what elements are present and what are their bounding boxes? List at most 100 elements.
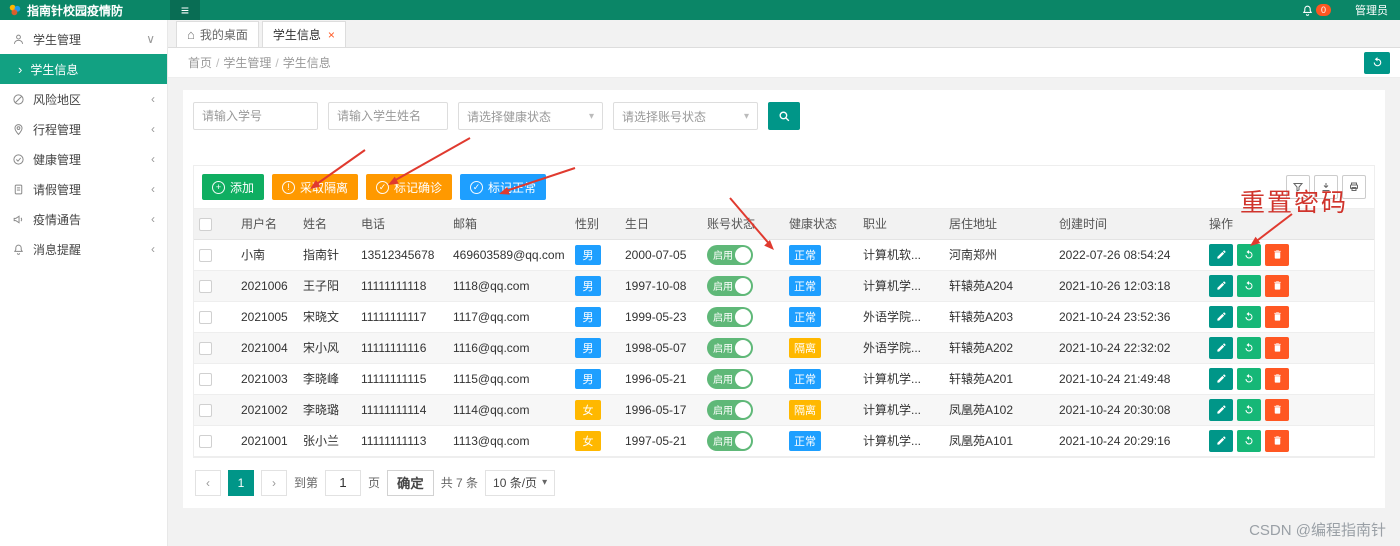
home-icon: ⌂ <box>187 27 195 42</box>
edit-button[interactable] <box>1209 429 1233 452</box>
select-all-checkbox[interactable] <box>199 217 212 231</box>
student-id-input[interactable] <box>193 102 318 130</box>
reset-password-button[interactable] <box>1237 243 1261 266</box>
edit-button[interactable] <box>1209 274 1233 297</box>
sidebar-item-epidemic-notice[interactable]: 疫情通告 ‹ <box>0 204 167 234</box>
reset-password-icon <box>1245 249 1253 258</box>
delete-icon <box>1273 374 1281 383</box>
sidebar-item-message-reminder[interactable]: 消息提醒 ‹ <box>0 234 167 264</box>
refresh-button[interactable] <box>1364 51 1390 74</box>
cell-birthday: 2000-07-05 <box>620 239 702 271</box>
watermark: CSDN @编程指南针 <box>1249 522 1386 539</box>
sidebar-item-risk-areas[interactable]: 风险地区 ‹ <box>0 84 167 114</box>
delete-button[interactable] <box>1265 367 1289 390</box>
add-button[interactable]: + 添加 <box>202 174 265 200</box>
reset-password-button[interactable] <box>1237 305 1261 328</box>
per-page-select[interactable]: 10 条/页 ▾ <box>485 469 556 496</box>
reset-password-button[interactable] <box>1237 398 1261 421</box>
row-checkbox[interactable] <box>199 372 212 386</box>
reset-password-button[interactable] <box>1237 336 1261 359</box>
reset-password-button[interactable] <box>1237 429 1261 452</box>
edit-icon <box>1216 405 1226 414</box>
delete-button[interactable] <box>1265 398 1289 421</box>
breadcrumb-home[interactable]: 首页 <box>188 54 212 71</box>
row-checkbox[interactable] <box>199 248 212 262</box>
account-status-toggle[interactable]: 启用 <box>707 306 753 327</box>
delete-icon <box>1273 281 1281 290</box>
cell-email: 1117@qq.com <box>448 301 570 333</box>
breadcrumb-student-info[interactable]: 学生信息 <box>283 54 331 71</box>
prev-page-button[interactable]: ‹ <box>195 469 221 496</box>
notifications-button[interactable]: 0 <box>1301 4 1331 17</box>
chevron-down-icon: ▾ <box>588 110 594 122</box>
row-checkbox[interactable] <box>199 310 212 324</box>
page-1-button[interactable]: 1 <box>228 469 254 496</box>
sidebar-item-student-info[interactable]: › 学生信息 <box>0 54 167 84</box>
chevron-collapsed-icon: ‹ <box>151 212 155 226</box>
account-status-select[interactable]: 请选择账号状态 ▾ <box>613 102 758 130</box>
cell-address: 轩辕苑A203 <box>944 301 1054 333</box>
edit-button[interactable] <box>1209 305 1233 328</box>
sidebar-item-leave-management[interactable]: 请假管理 ‹ <box>0 174 167 204</box>
tab-desktop[interactable]: ⌂ 我的桌面 <box>176 21 259 47</box>
current-user[interactable]: 管理员 <box>1355 2 1388 18</box>
hamburger-menu-icon[interactable]: ≡ <box>170 0 200 20</box>
col-username: 用户名 <box>236 209 298 240</box>
breadcrumb-student-management[interactable]: 学生管理 <box>223 54 271 71</box>
account-status-toggle[interactable]: 启用 <box>707 244 753 265</box>
chevron-collapsed-icon: ‹ <box>151 92 155 106</box>
table-row: 2021004 宋小风 11111111116 1116@qq.com 男 1998-05… <box>194 332 1374 364</box>
goto-page-input[interactable] <box>325 469 362 496</box>
tab-student-info[interactable]: 学生信息 × <box>261 21 346 47</box>
health-status-select[interactable]: 请选择健康状态 ▾ <box>458 102 603 130</box>
delete-button[interactable] <box>1265 336 1289 359</box>
quarantine-button[interactable]: ! 采取隔离 <box>272 174 359 200</box>
health-status-badge: 正常 <box>789 306 821 327</box>
student-info-panel: 请选择健康状态 ▾ 请选择账号状态 ▾ <box>183 90 1385 508</box>
row-checkbox[interactable] <box>199 434 212 448</box>
sidebar-item-trip-management[interactable]: 行程管理 ‹ <box>0 114 167 144</box>
health-status-badge: 正常 <box>789 430 821 451</box>
mark-normal-button[interactable]: ✓ 标记正常 <box>460 174 547 200</box>
edit-button[interactable] <box>1209 336 1233 359</box>
edit-button[interactable] <box>1209 398 1233 421</box>
row-checkbox[interactable] <box>199 341 212 355</box>
edit-button[interactable] <box>1209 367 1233 390</box>
reset-password-button[interactable] <box>1237 367 1261 390</box>
account-status-toggle[interactable]: 启用 <box>707 399 753 420</box>
cell-created-at: 2021-10-24 20:30:08 <box>1054 394 1204 426</box>
sidebar-item-health-management[interactable]: 健康管理 ‹ <box>0 144 167 174</box>
delete-button[interactable] <box>1265 274 1289 297</box>
cell-name: 宋晓文 <box>298 301 356 333</box>
cell-created-at: 2021-10-24 22:32:02 <box>1054 332 1204 364</box>
delete-button[interactable] <box>1265 243 1289 266</box>
close-icon[interactable]: × <box>328 28 335 42</box>
next-page-button[interactable]: › <box>261 469 287 496</box>
confirm-page-button[interactable]: 确定 <box>387 469 434 496</box>
row-checkbox[interactable] <box>199 403 212 417</box>
cell-birthday: 1996-05-21 <box>620 363 702 395</box>
total-count: 共 7 条 <box>440 476 479 490</box>
filter-icon[interactable] <box>1286 175 1310 199</box>
account-status-toggle[interactable]: 启用 <box>707 337 753 358</box>
edit-icon <box>1216 436 1226 445</box>
row-checkbox[interactable] <box>199 279 212 293</box>
delete-icon <box>1273 405 1281 414</box>
reset-password-button[interactable] <box>1237 274 1261 297</box>
export-icon[interactable] <box>1314 175 1338 199</box>
edit-button[interactable] <box>1209 243 1233 266</box>
sidebar-item-student-management[interactable]: 学生管理 ∨ <box>0 24 167 54</box>
cell-name: 王子阳 <box>298 270 356 302</box>
account-status-toggle[interactable]: 启用 <box>707 275 753 296</box>
account-status-toggle[interactable]: 启用 <box>707 368 753 389</box>
delete-button[interactable] <box>1265 305 1289 328</box>
search-button[interactable] <box>768 102 800 130</box>
print-icon[interactable] <box>1342 175 1366 199</box>
delete-button[interactable] <box>1265 429 1289 452</box>
cell-name: 李晓峰 <box>298 363 356 395</box>
cell-occupation: 外语学院... <box>858 301 944 333</box>
cell-username: 2021005 <box>236 301 298 333</box>
account-status-toggle[interactable]: 启用 <box>707 430 753 451</box>
student-name-input[interactable] <box>328 102 448 130</box>
mark-confirmed-button[interactable]: ✓ 标记确诊 <box>366 174 453 200</box>
